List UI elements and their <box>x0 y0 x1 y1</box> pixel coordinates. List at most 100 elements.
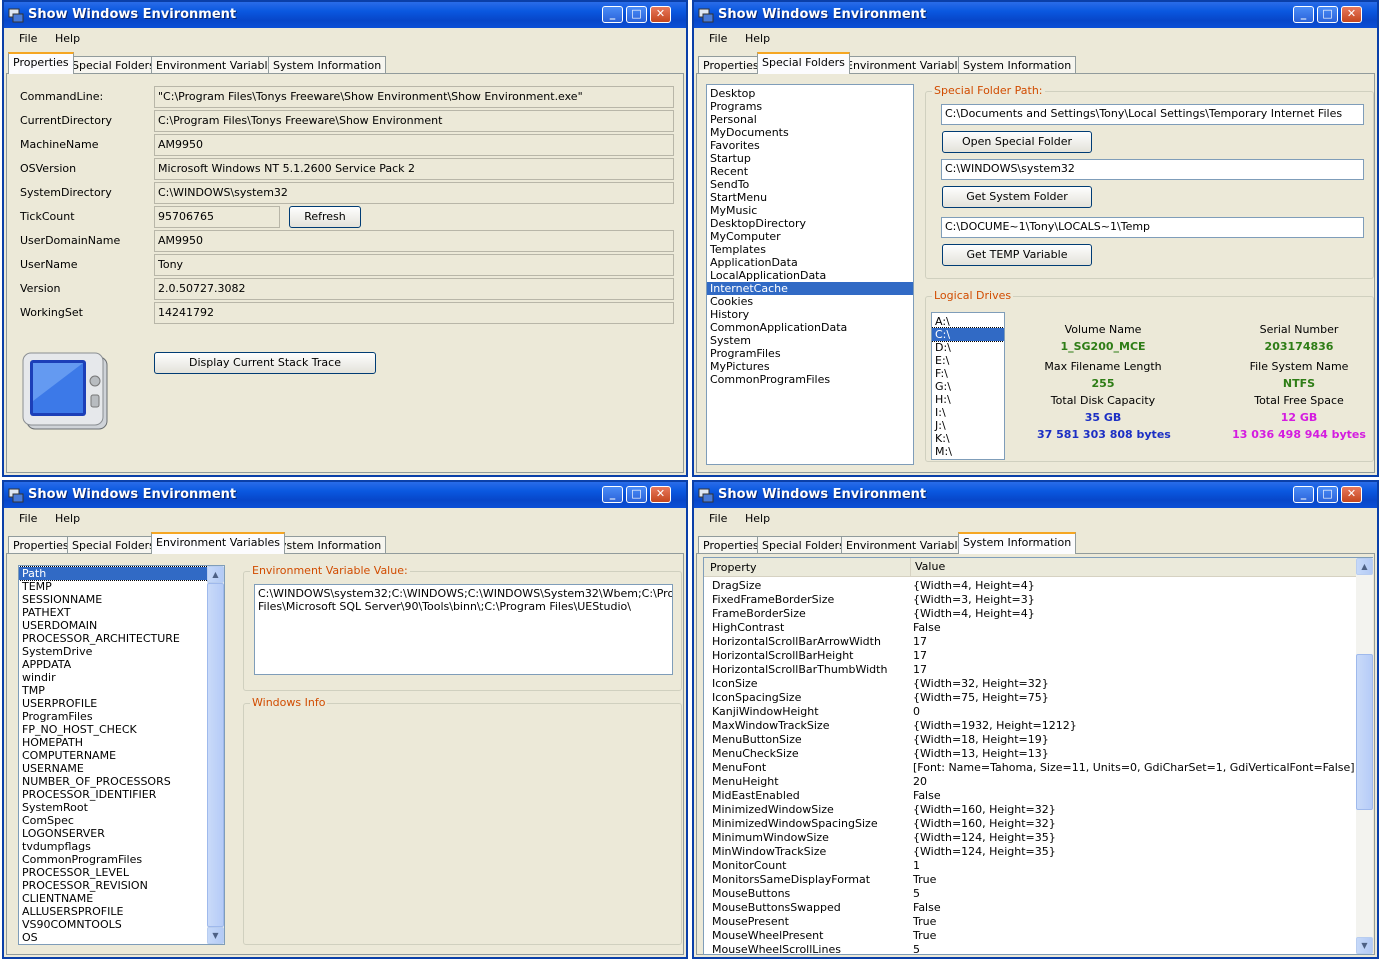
menu-help[interactable]: Help <box>55 512 80 525</box>
tab-properties[interactable]: Properties <box>8 52 74 74</box>
special-folder-item[interactable]: Personal <box>707 113 913 126</box>
minimize-button[interactable]: _ <box>602 486 623 503</box>
drive-item[interactable]: J:\ <box>932 419 1004 432</box>
special-folder-item[interactable]: MyMusic <box>707 204 913 217</box>
tickcount-field[interactable]: 95706765 <box>154 206 280 228</box>
userdomainname-field[interactable]: AM9950 <box>154 230 674 252</box>
env-var-item[interactable]: USERNAME <box>19 762 224 775</box>
currentdirectory-field[interactable]: C:\Program Files\Tonys Freeware\Show Env… <box>154 110 674 132</box>
env-var-item[interactable]: PROCESSOR_ARCHITECTURE <box>19 632 224 645</box>
env-var-item[interactable]: SystemDrive <box>19 645 224 658</box>
env-var-item[interactable]: NUMBER_OF_PROCESSORS <box>19 775 224 788</box>
column-header-property[interactable]: Property <box>710 561 757 574</box>
env-var-item[interactable]: CLIENTNAME <box>19 892 224 905</box>
special-folder-item[interactable]: MyDocuments <box>707 126 913 139</box>
tab-special-folders[interactable]: Special Folders <box>757 536 850 554</box>
close-button[interactable]: ✕ <box>1341 486 1362 503</box>
menu-file[interactable]: File <box>709 32 727 45</box>
drive-item[interactable]: H:\ <box>932 393 1004 406</box>
env-var-item[interactable]: OS <box>19 931 224 944</box>
tab-special-folders[interactable]: Special Folders <box>67 56 160 74</box>
machinename-field[interactable]: AM9950 <box>154 134 674 156</box>
env-var-item[interactable]: SystemRoot <box>19 801 224 814</box>
special-folder-item[interactable]: DesktopDirectory <box>707 217 913 230</box>
drive-item[interactable]: M:\ <box>932 445 1004 458</box>
special-folder-item[interactable]: Templates <box>707 243 913 256</box>
scroll-up-icon[interactable]: ▲ <box>1356 558 1373 575</box>
menu-file[interactable]: File <box>19 32 37 45</box>
scroll-down-icon[interactable]: ▼ <box>207 927 224 944</box>
system-folder-field[interactable]: C:\WINDOWS\system32 <box>941 159 1364 180</box>
scroll-thumb[interactable] <box>1356 654 1373 810</box>
open-special-folder-button[interactable]: Open Special Folder <box>942 131 1092 153</box>
env-var-item[interactable]: PROCESSOR_LEVEL <box>19 866 224 879</box>
maximize-button[interactable]: □ <box>626 486 647 503</box>
special-folder-item[interactable]: Desktop <box>707 87 913 100</box>
title-bar[interactable]: Show Windows Environment _ □ ✕ <box>4 482 686 508</box>
env-var-item[interactable]: ALLUSERSPROFILE <box>19 905 224 918</box>
workingset-field[interactable]: 14241792 <box>154 302 674 324</box>
close-button[interactable]: ✕ <box>650 486 671 503</box>
special-folder-item[interactable]: MyComputer <box>707 230 913 243</box>
env-var-item[interactable]: TEMP <box>19 580 224 593</box>
special-folder-item[interactable]: CommonProgramFiles <box>707 373 913 386</box>
maximize-button[interactable]: □ <box>626 6 647 23</box>
environment-variables-list[interactable]: Path TEMP SESSIONNAME PATHEXT USERDOMAIN PROC… <box>18 565 225 945</box>
special-folder-item[interactable]: StartMenu <box>707 191 913 204</box>
env-var-item[interactable]: VS90COMNTOOLS <box>19 918 224 931</box>
system-information-grid[interactable]: Property Value DragSize {Width=4, Height=… <box>703 557 1373 955</box>
special-folders-list[interactable]: Desktop Programs Personal MyDocuments Favori… <box>706 84 914 465</box>
minimize-button[interactable]: _ <box>602 6 623 23</box>
title-bar[interactable]: Show Windows Environment _ □ ✕ <box>694 2 1377 28</box>
env-var-item[interactable]: ProgramFiles <box>19 710 224 723</box>
special-folder-item[interactable]: SendTo <box>707 178 913 191</box>
special-folder-item[interactable]: ApplicationData <box>707 256 913 269</box>
env-var-item[interactable]: FP_NO_HOST_CHECK <box>19 723 224 736</box>
refresh-button[interactable]: Refresh <box>289 206 361 228</box>
special-folder-item[interactable]: Recent <box>707 165 913 178</box>
display-stack-trace-button[interactable]: Display Current Stack Trace <box>154 352 376 374</box>
env-var-item[interactable]: tvdumpflags <box>19 840 224 853</box>
menu-file[interactable]: File <box>19 512 37 525</box>
special-folder-item[interactable]: InternetCache <box>707 282 913 295</box>
env-var-item[interactable]: LOGONSERVER <box>19 827 224 840</box>
env-value-field[interactable]: C:\WINDOWS\system32;C:\WINDOWS;C:\WINDOW… <box>254 584 673 675</box>
tab-system-information[interactable]: System Information <box>958 56 1077 74</box>
close-button[interactable]: ✕ <box>1341 6 1362 23</box>
env-var-item[interactable]: ComSpec <box>19 814 224 827</box>
special-folder-item[interactable]: Favorites <box>707 139 913 152</box>
tab-environment-variables[interactable]: Environment Variables <box>151 532 286 554</box>
tab-system-information[interactable]: System Information <box>268 56 387 74</box>
special-folder-item[interactable]: System <box>707 334 913 347</box>
get-system-folder-button[interactable]: Get System Folder <box>942 186 1092 208</box>
maximize-button[interactable]: □ <box>1317 486 1338 503</box>
title-bar[interactable]: Show Windows Environment _ □ ✕ <box>4 2 686 28</box>
special-folder-item[interactable]: Startup <box>707 152 913 165</box>
menu-help[interactable]: Help <box>745 32 770 45</box>
special-folder-path-field[interactable]: C:\Documents and Settings\Tony\Local Set… <box>941 104 1364 125</box>
drive-item[interactable]: A:\ <box>932 315 1004 328</box>
minimize-button[interactable]: _ <box>1293 6 1314 23</box>
special-folder-item[interactable]: ProgramFiles <box>707 347 913 360</box>
temp-folder-field[interactable]: C:\DOCUME~1\Tony\LOCALS~1\Temp <box>941 217 1364 238</box>
special-folder-item[interactable]: Cookies <box>707 295 913 308</box>
drive-item[interactable]: F:\ <box>932 367 1004 380</box>
env-var-item[interactable]: PROCESSOR_IDENTIFIER <box>19 788 224 801</box>
special-folder-item[interactable]: History <box>707 308 913 321</box>
env-var-item[interactable]: Path <box>19 566 224 581</box>
scroll-thumb[interactable] <box>207 583 224 927</box>
title-bar[interactable]: Show Windows Environment _ □ ✕ <box>694 482 1377 508</box>
special-folder-item[interactable]: CommonApplicationData <box>707 321 913 334</box>
version-field[interactable]: 2.0.50727.3082 <box>154 278 674 300</box>
env-var-item[interactable]: windir <box>19 671 224 684</box>
tab-system-information[interactable]: System Information <box>958 532 1077 554</box>
tab-environment-variables[interactable]: Environment Variables <box>841 56 976 74</box>
tab-properties[interactable]: Properties <box>8 536 74 554</box>
special-folder-item[interactable]: LocalApplicationData <box>707 269 913 282</box>
tab-properties[interactable]: Properties <box>698 536 764 554</box>
tab-properties[interactable]: Properties <box>698 56 764 74</box>
scroll-down-icon[interactable]: ▼ <box>1356 937 1373 954</box>
env-var-item[interactable]: HOMEPATH <box>19 736 224 749</box>
env-var-item[interactable]: SESSIONNAME <box>19 593 224 606</box>
menu-help[interactable]: Help <box>745 512 770 525</box>
